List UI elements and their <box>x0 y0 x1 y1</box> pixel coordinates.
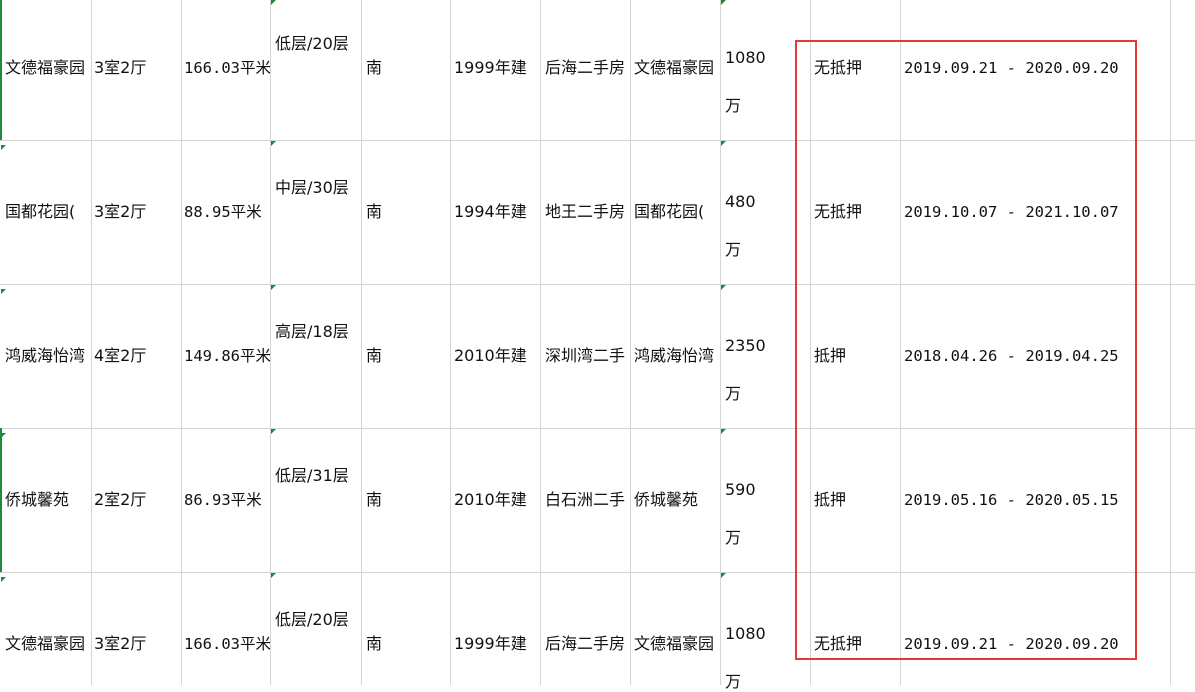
cell-district[interactable]: 后海二手房 <box>545 634 629 654</box>
cell-built-year[interactable]: 2010年建 <box>454 490 527 510</box>
cell-built-year[interactable]: 2010年建 <box>454 346 527 366</box>
spreadsheet-grid[interactable]: 文德福豪园 3室2厅 166.03平米 低层/20层南 1999年建 后海二手房 文德福豪园… <box>0 0 1195 691</box>
cell-marker-icon <box>1 145 6 150</box>
cell-community[interactable]: 国都花园( <box>5 202 91 222</box>
cell-orientation[interactable]: 南 <box>366 490 382 510</box>
cell-marker-icon <box>721 141 726 146</box>
cell-price-number[interactable]: 2350 <box>725 336 766 356</box>
cell-marker-icon <box>1 289 6 294</box>
cell-orientation[interactable]: 南 <box>366 58 382 78</box>
cell-price-unit[interactable]: 万 <box>725 96 741 116</box>
cell-marker-icon <box>721 285 726 290</box>
cell-price-number[interactable]: 590 <box>725 480 756 500</box>
grid-row-line <box>0 428 1195 429</box>
cell-marker-icon <box>271 285 276 290</box>
cell-built-year[interactable]: 1994年建 <box>454 202 527 222</box>
cell-area[interactable]: 166.03平米 <box>184 634 270 654</box>
grid-column-line <box>270 0 271 685</box>
cell-marker-icon <box>271 429 276 434</box>
cell-area[interactable]: 166.03平米 <box>184 58 270 78</box>
cell-area[interactable]: 86.93平米 <box>184 490 270 510</box>
cell-marker-icon <box>271 0 276 5</box>
cell-period[interactable]: 2019.09.21 - 2020.09.20 <box>904 58 1119 78</box>
cell-layout[interactable]: 3室2厅 <box>94 202 180 222</box>
cell-community[interactable]: 文德福豪园 <box>5 634 91 654</box>
cell-layout[interactable]: 3室2厅 <box>94 58 180 78</box>
grid-row-line <box>0 140 1195 141</box>
cell-marker-icon <box>271 573 276 578</box>
cell-period[interactable]: 2018.04.26 - 2019.04.25 <box>904 346 1119 366</box>
grid-column-line <box>720 0 721 685</box>
cell-layout[interactable]: 3室2厅 <box>94 634 180 654</box>
cell-community[interactable]: 文德福豪园 <box>5 58 91 78</box>
cell-marker-icon <box>721 429 726 434</box>
cell-marker-icon <box>1 577 6 582</box>
cell-name[interactable]: 文德福豪园 <box>634 58 720 78</box>
cell-name[interactable]: 国都花园( <box>634 202 720 222</box>
cell-name[interactable]: 文德福豪园 <box>634 634 720 654</box>
cell-price-number[interactable]: 1080 <box>725 48 766 68</box>
cell-orientation[interactable]: 南 <box>366 634 382 654</box>
grid-column-line <box>450 0 451 685</box>
cell-price-unit[interactable]: 万 <box>725 528 741 548</box>
grid-column-line <box>630 0 631 685</box>
grid-column-line <box>181 0 182 685</box>
cell-floor[interactable]: 高层/18层 <box>275 322 361 342</box>
grid-row-line <box>0 284 1195 285</box>
cell-period[interactable]: 2019.05.16 - 2020.05.15 <box>904 490 1119 510</box>
cell-layout[interactable]: 4室2厅 <box>94 346 180 366</box>
cell-marker-icon <box>271 141 276 146</box>
cell-mortgage[interactable]: 无抵押 <box>814 202 862 222</box>
cell-name[interactable]: 侨城馨苑 <box>634 490 720 510</box>
selection-edge <box>0 0 2 140</box>
cell-price-unit[interactable]: 万 <box>725 384 741 404</box>
cell-marker-icon <box>721 0 726 5</box>
cell-floor[interactable]: 中层/30层 <box>275 178 361 198</box>
cell-district[interactable]: 地王二手房 <box>545 202 629 222</box>
cell-marker-icon <box>721 573 726 578</box>
grid-column-line <box>361 0 362 685</box>
selection-edge <box>0 428 2 572</box>
grid-column-line <box>810 0 811 685</box>
cell-community[interactable]: 鸿威海怡湾 <box>5 346 91 366</box>
cell-mortgage[interactable]: 无抵押 <box>814 634 862 654</box>
cell-community[interactable]: 侨城馨苑 <box>5 490 91 510</box>
cell-name[interactable]: 鸿威海怡湾 <box>634 346 720 366</box>
cell-mortgage[interactable]: 无抵押 <box>814 58 862 78</box>
cell-area[interactable]: 88.95平米 <box>184 202 270 222</box>
cell-price-number[interactable]: 480 <box>725 192 756 212</box>
cell-layout[interactable]: 2室2厅 <box>94 490 180 510</box>
cell-mortgage[interactable]: 抵押 <box>814 490 846 510</box>
grid-column-line <box>1170 0 1171 685</box>
cell-period[interactable]: 2019.10.07 - 2021.10.07 <box>904 202 1119 222</box>
cell-orientation[interactable]: 南 <box>366 202 382 222</box>
cell-floor[interactable]: 低层/20层 <box>275 610 361 630</box>
cell-floor[interactable]: 低层/20层 <box>275 34 361 54</box>
grid-column-line <box>540 0 541 685</box>
cell-marker-icon <box>1 433 6 438</box>
cell-floor[interactable]: 低层/31层 <box>275 466 361 486</box>
grid-column-line <box>91 0 92 685</box>
grid-column-line <box>900 0 901 685</box>
cell-built-year[interactable]: 1999年建 <box>454 634 527 654</box>
grid-row-line <box>0 572 1195 573</box>
cell-district[interactable]: 后海二手房 <box>545 58 629 78</box>
cell-price-unit[interactable]: 万 <box>725 672 741 692</box>
cell-period[interactable]: 2019.09.21 - 2020.09.20 <box>904 634 1119 654</box>
cell-price-unit[interactable]: 万 <box>725 240 741 260</box>
cell-area[interactable]: 149.86平米 <box>184 346 270 366</box>
cell-district[interactable]: 深圳湾二手 <box>545 346 629 366</box>
cell-built-year[interactable]: 1999年建 <box>454 58 527 78</box>
cell-orientation[interactable]: 南 <box>366 346 382 366</box>
cell-price-number[interactable]: 1080 <box>725 624 766 644</box>
cell-district[interactable]: 白石洲二手 <box>545 490 629 510</box>
cell-mortgage[interactable]: 抵押 <box>814 346 846 366</box>
